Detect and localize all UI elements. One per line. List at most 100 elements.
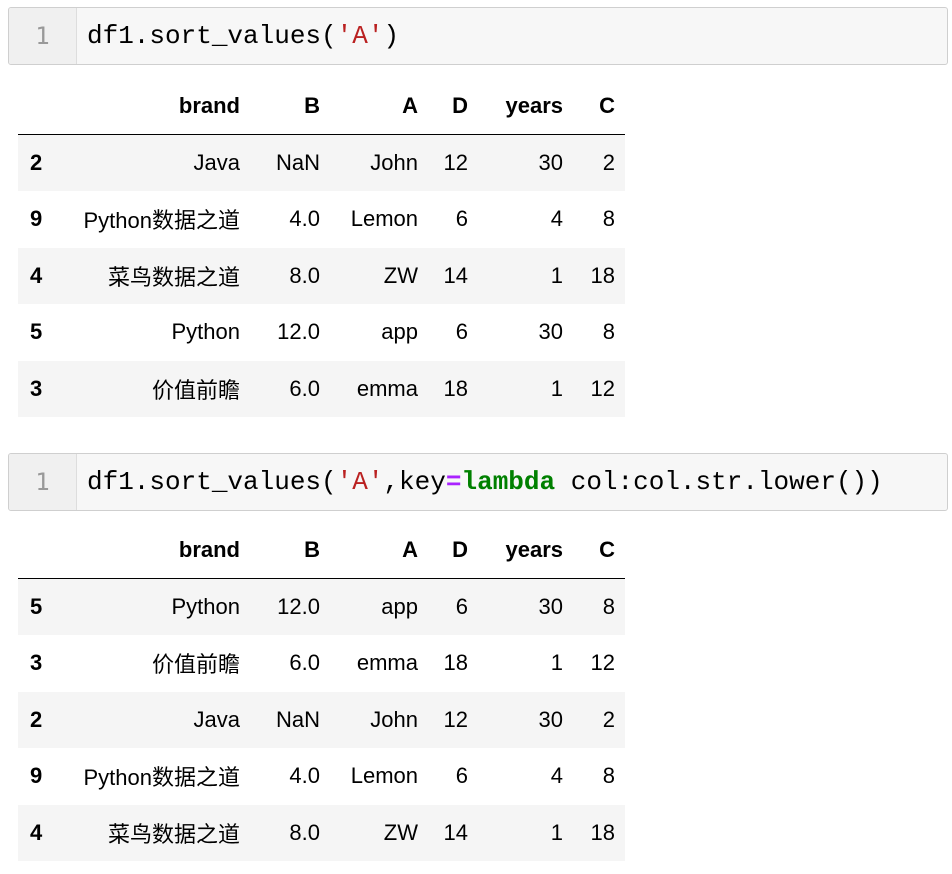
row-index: 4 <box>30 262 43 288</box>
table-row: 2 Java NaN John 12 30 2 <box>18 134 625 191</box>
cell-c: 2 <box>602 706 615 732</box>
cell-a: app <box>381 319 418 345</box>
cell-b: 8.0 <box>289 819 320 845</box>
row-index: 3 <box>30 650 43 676</box>
table-row: 2 Java NaN John 12 30 2 <box>18 691 625 748</box>
header-row: brand B A D years C <box>18 78 625 135</box>
table-row: 3 价值前瞻 6.0 emma 18 1 12 <box>18 360 625 417</box>
cell-b: NaN <box>275 706 320 732</box>
cell-c: 8 <box>602 319 615 345</box>
cell-b: 4.0 <box>289 763 320 789</box>
row-index: 9 <box>30 763 43 789</box>
cell-brand: Python数据之道 <box>83 208 241 234</box>
column-header-brand: brand <box>60 522 250 579</box>
cell-brand: Python <box>171 319 241 345</box>
row-index: 2 <box>30 706 43 732</box>
cell-a: emma <box>356 375 418 401</box>
cell-a: John <box>370 706 418 732</box>
dataframe-output-1: brand B A D years C 2 Java NaN John 12 3… <box>18 78 625 417</box>
table-row: 9 Python数据之道 4.0 Lemon 6 4 8 <box>18 191 625 248</box>
cell-d: 12 <box>443 150 468 175</box>
code-token-string: 'A' <box>336 21 384 51</box>
row-index: 9 <box>30 206 43 232</box>
cell-brand: 价值前瞻 <box>151 377 240 403</box>
column-header-years: years <box>478 522 573 579</box>
cell-b: 12.0 <box>277 594 320 619</box>
code-token: ,key <box>383 467 446 497</box>
cell-a: ZW <box>383 262 418 288</box>
row-index: 2 <box>30 150 43 175</box>
cell-brand: 菜鸟数据之道 <box>107 821 240 847</box>
cell-d: 14 <box>443 819 468 845</box>
cell-years: 1 <box>550 262 563 288</box>
cell-a: Lemon <box>350 763 418 789</box>
cell-b: 12.0 <box>277 319 320 345</box>
cell-a: emma <box>356 650 418 676</box>
column-header-b: B <box>250 78 330 135</box>
table-row: 9 Python数据之道 4.0 Lemon 6 4 8 <box>18 748 625 805</box>
code-cell-input-2[interactable]: 1 df1.sort_values('A' ,key = lambda col:col… <box>8 453 948 511</box>
column-header-b: B <box>250 522 330 579</box>
code-token: col:col.str.lower()) <box>555 467 883 497</box>
cell-a: John <box>370 150 418 175</box>
cell-d: 18 <box>443 375 468 401</box>
cell-years: 30 <box>538 594 563 619</box>
cell-b: 8.0 <box>289 262 320 288</box>
cell-c: 18 <box>590 819 615 845</box>
code-token: ) <box>383 21 400 51</box>
cell-years: 30 <box>538 706 563 732</box>
cell-d: 6 <box>455 319 468 345</box>
cell-d: 6 <box>455 763 468 789</box>
cell-years: 30 <box>538 319 563 345</box>
cell-c: 12 <box>590 650 615 676</box>
cell-d: 6 <box>455 206 468 232</box>
code-token: df1.sort_values( <box>87 467 337 497</box>
cell-a: app <box>381 594 418 619</box>
cell-d: 6 <box>455 594 468 619</box>
code-token-string: 'A' <box>336 467 384 497</box>
cell-years: 1 <box>550 375 563 401</box>
cell-b: 6.0 <box>289 375 320 401</box>
cell-c: 2 <box>602 150 615 175</box>
table-row: 3 价值前瞻 6.0 emma 18 1 12 <box>18 635 625 692</box>
cell-c: 8 <box>602 594 615 619</box>
table-row: 4 菜鸟数据之道 8.0 ZW 14 1 18 <box>18 804 625 861</box>
cell-d: 12 <box>443 706 468 732</box>
cell-c: 8 <box>602 763 615 789</box>
cell-brand: 价值前瞻 <box>151 652 240 678</box>
cell-b: 4.0 <box>289 206 320 232</box>
cell-c: 12 <box>590 375 615 401</box>
cell-c: 18 <box>590 262 615 288</box>
cell-years: 4 <box>550 206 563 232</box>
cell-years: 1 <box>550 819 563 845</box>
column-header-d: D <box>428 78 478 135</box>
column-header-a: A <box>330 522 428 579</box>
code-token-operator: = <box>445 467 462 497</box>
cell-brand: Java <box>193 150 240 175</box>
column-header-a: A <box>330 78 428 135</box>
dataframe-output-2: brand B A D years C 5 Python 12.0 app 6 … <box>18 522 625 861</box>
code-cell-input-1[interactable]: 1 df1.sort_values('A') <box>8 7 948 65</box>
column-header-index <box>18 78 60 135</box>
line-number: 1 <box>9 454 77 510</box>
column-header-d: D <box>428 522 478 579</box>
cell-c: 8 <box>602 206 615 232</box>
cell-b: 6.0 <box>289 650 320 676</box>
column-header-brand: brand <box>60 78 250 135</box>
row-index: 3 <box>30 375 43 401</box>
cell-d: 14 <box>443 262 468 288</box>
line-number: 1 <box>9 8 77 64</box>
cell-brand: Python <box>171 594 241 619</box>
column-header-c: C <box>573 522 625 579</box>
header-row: brand B A D years C <box>18 522 625 579</box>
cell-brand: Java <box>193 706 240 732</box>
code-line[interactable]: df1.sort_values('A') <box>77 8 947 64</box>
cell-brand: Python数据之道 <box>83 765 241 791</box>
table-row: 5 Python 12.0 app 6 30 8 <box>18 578 625 635</box>
cell-a: ZW <box>383 819 418 845</box>
cell-a: Lemon <box>350 206 418 232</box>
code-line[interactable]: df1.sort_values('A' ,key = lambda col:col.s… <box>77 454 947 510</box>
cell-b: NaN <box>275 150 320 175</box>
cell-years: 30 <box>538 150 563 175</box>
table-row: 5 Python 12.0 app 6 30 8 <box>18 304 625 361</box>
